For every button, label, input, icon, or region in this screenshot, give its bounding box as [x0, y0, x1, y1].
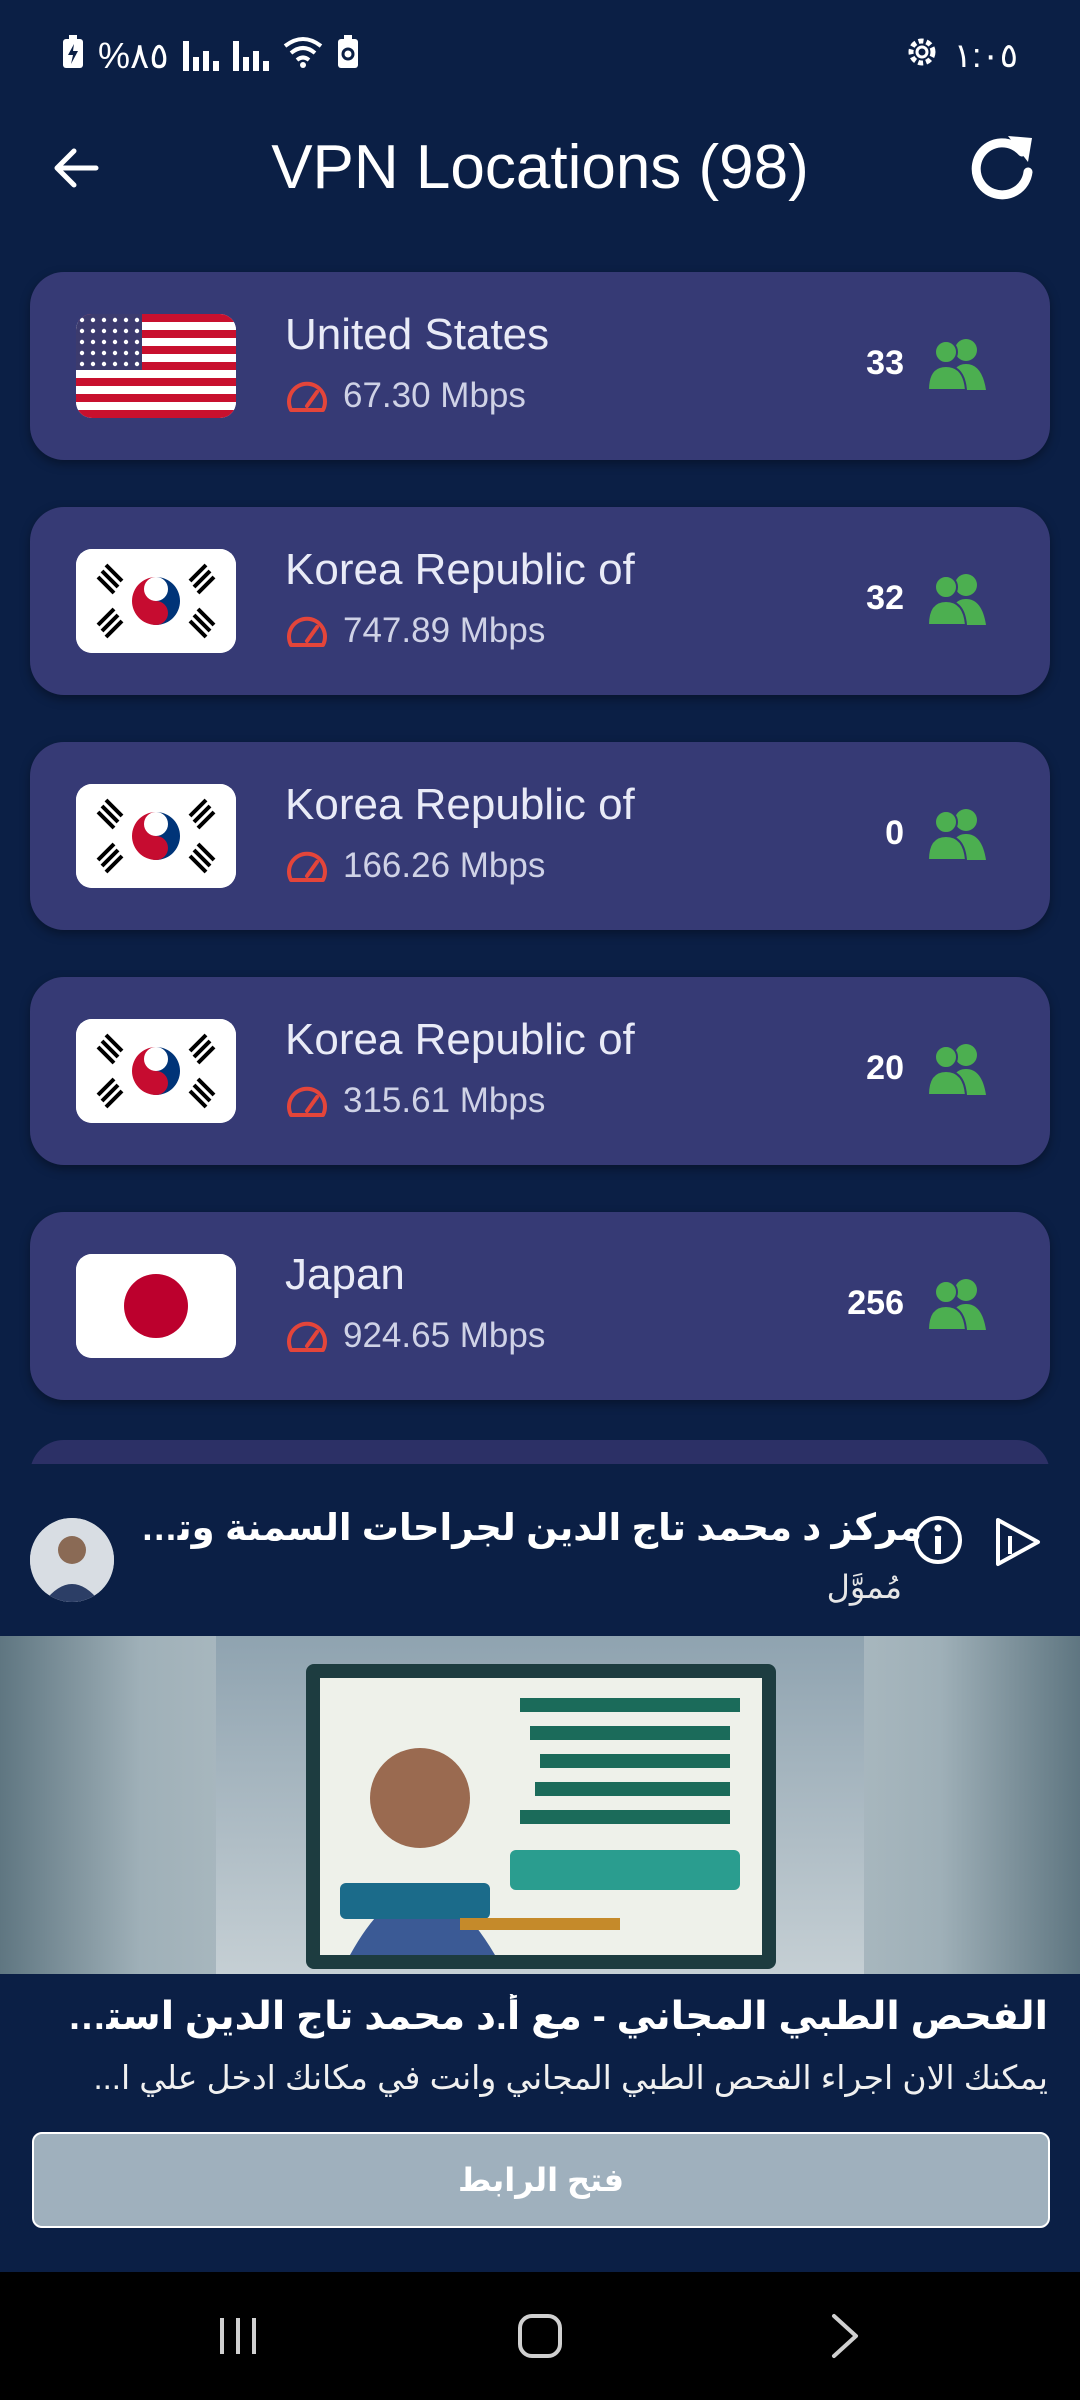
country-flag — [76, 549, 236, 653]
refresh-icon — [971, 136, 1033, 200]
app-bar: VPN Locations (98) — [0, 118, 1080, 218]
user-count-value: 256 — [847, 1283, 904, 1322]
ad-description: يمكنك الان اجراء الفحص الطبي المجاني وان… — [93, 2059, 1048, 2096]
ad-photo — [216, 1636, 864, 1974]
speedometer-icon — [287, 381, 327, 412]
users-icon — [926, 574, 986, 625]
clock: ١:٠٥ — [953, 37, 1018, 75]
server-speed: 166.26 Mbps — [285, 846, 545, 886]
speed-value: 166.26 Mbps — [343, 846, 546, 885]
sponsored-label: مُموَّل — [826, 1569, 902, 1605]
home-button[interactable] — [510, 2308, 570, 2364]
ad-board-graphic — [306, 1664, 776, 1969]
ad-info-button[interactable] — [912, 1514, 964, 1566]
country-name: Japan — [285, 1250, 405, 1299]
home-icon — [518, 2314, 562, 2358]
page-title: VPN Locations (98) — [271, 133, 809, 202]
user-count-value: 32 — [866, 578, 904, 617]
user-count-value: 0 — [885, 813, 904, 852]
user-count-value: 20 — [866, 1048, 904, 1087]
location-card[interactable]: Japan 924.65 Mbps 256 — [30, 1212, 1050, 1400]
cell-signal-icon — [182, 41, 219, 71]
open-link-button[interactable]: فتح الرابط — [32, 2132, 1050, 2228]
speedometer-icon — [287, 1321, 327, 1352]
status-bar: %٨٥ ١:٠٥ — [0, 0, 1080, 110]
speed-value: 747.89 Mbps — [343, 611, 546, 650]
back-nav-button[interactable] — [814, 2308, 874, 2364]
speedometer-icon — [287, 851, 327, 882]
country-name: United States — [285, 310, 550, 359]
flag-kr-icon — [76, 1019, 236, 1123]
speedometer-icon — [287, 1086, 327, 1117]
server-speed: 924.65 Mbps — [285, 1316, 545, 1356]
speed-value: 924.65 Mbps — [343, 1316, 546, 1355]
refresh-button[interactable] — [964, 130, 1040, 206]
cell-signal-2-icon — [232, 41, 269, 71]
system-nav-bar — [0, 2272, 1080, 2400]
location-card[interactable]: Korea Republic of 166.26 Mbps 0 — [30, 742, 1050, 930]
country-flag — [76, 314, 236, 418]
chevron-right-icon — [832, 2314, 858, 2358]
ad-container[interactable]: مركز د محمد تاج الدين لجراحات السمنة وتن… — [0, 1464, 1080, 2272]
ad-choices-button[interactable] — [988, 1514, 1044, 1570]
server-speed: 315.61 Mbps — [285, 1081, 545, 1121]
location-card[interactable]: United States 67.30 Mbps 33 — [30, 272, 1050, 460]
battery-charging-icon — [62, 34, 84, 78]
country-name: Korea Republic of — [285, 780, 635, 829]
recent-apps-icon — [220, 2318, 256, 2354]
user-count-value: 33 — [866, 343, 904, 382]
advertiser-avatar[interactable] — [30, 1518, 114, 1602]
country-name: Korea Republic of — [285, 545, 635, 594]
vpn-battery-icon — [337, 34, 359, 78]
country-flag — [76, 784, 236, 888]
ad-image[interactable] — [0, 1636, 1080, 1974]
location-card[interactable]: Korea Republic of 747.89 Mbps 32 — [30, 507, 1050, 695]
battery-percent: %٨٥ — [98, 35, 169, 76]
ad-header: مركز د محمد تاج الدين لجراحات السمنة وتن… — [0, 1464, 1080, 1636]
country-name: Korea Republic of — [285, 1015, 635, 1064]
ad-choices-icon — [996, 1518, 1040, 1566]
location-list[interactable]: United States 67.30 Mbps 33 Korea Republic … — [30, 272, 1050, 1447]
users-icon — [926, 1044, 986, 1095]
server-speed: 67.30 Mbps — [285, 376, 526, 416]
users-icon — [926, 1279, 986, 1330]
info-icon — [914, 1516, 962, 1564]
location-card[interactable]: Korea Republic of 315.61 Mbps 20 — [30, 977, 1050, 1165]
speed-value: 315.61 Mbps — [343, 1081, 546, 1120]
country-flag — [76, 1019, 236, 1123]
speed-value: 67.30 Mbps — [343, 376, 526, 415]
users-icon — [926, 809, 986, 860]
flag-jp-icon — [76, 1254, 236, 1358]
ad-headline[interactable]: الفحص الطبي المجاني - مع أ.د محمد تاج ال… — [32, 1994, 1048, 2039]
user-count: 0 — [885, 806, 990, 860]
server-speed: 747.89 Mbps — [285, 611, 545, 651]
flag-kr-icon — [76, 784, 236, 888]
flag-us-icon — [76, 314, 236, 418]
recent-apps-button[interactable] — [208, 2308, 268, 2364]
users-icon — [926, 339, 986, 390]
status-left: %٨٥ — [62, 30, 359, 82]
advertiser-name[interactable]: مركز د محمد تاج الدين لجراحات السمنة وتن… — [130, 1506, 922, 1549]
status-right: ١:٠٥ — [904, 30, 1018, 82]
user-count: 256 — [847, 1276, 990, 1330]
speedometer-icon — [287, 616, 327, 647]
country-flag — [76, 1254, 236, 1358]
wifi-icon — [283, 35, 323, 77]
settings-gear-icon — [904, 34, 940, 79]
user-count: 20 — [866, 1041, 990, 1095]
user-count: 32 — [866, 571, 990, 625]
flag-kr-icon — [76, 549, 236, 653]
user-count: 33 — [866, 336, 990, 390]
